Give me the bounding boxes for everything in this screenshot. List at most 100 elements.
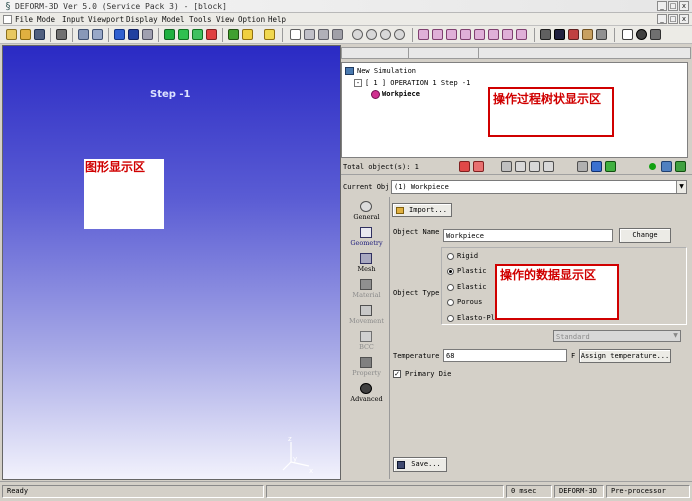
menu-input[interactable]: Input — [62, 14, 85, 25]
rotate-z-icon[interactable] — [380, 29, 391, 40]
floppy-icon — [397, 461, 405, 469]
yellow-box-icon[interactable] — [264, 29, 275, 40]
object-view-icon[interactable] — [515, 161, 526, 172]
object-paint-icon[interactable] — [591, 161, 602, 172]
tab-advanced[interactable]: Advanced — [343, 395, 390, 403]
green-cube-icon[interactable] — [164, 29, 175, 40]
save-button[interactable]: Save... — [393, 457, 447, 472]
wireframe-icon[interactable] — [554, 29, 565, 40]
object-flag-icon[interactable] — [605, 161, 616, 172]
new-icon[interactable] — [6, 29, 17, 40]
tab-general[interactable]: General — [343, 213, 390, 221]
view-bottom-icon[interactable] — [488, 29, 499, 40]
delete-object-icon[interactable] — [473, 161, 484, 172]
radio-elastic[interactable] — [447, 284, 454, 291]
menu-option[interactable]: Option — [238, 14, 265, 25]
menu-tools[interactable]: Tools — [189, 14, 212, 25]
assign-temperature-button[interactable]: Assign temperature... — [579, 349, 671, 363]
maximize-button[interactable]: □ — [668, 1, 678, 11]
zoom-box-icon[interactable] — [332, 29, 343, 40]
print-icon[interactable] — [56, 29, 67, 40]
shading-icon[interactable] — [540, 29, 551, 40]
child-close-button[interactable]: x — [679, 14, 689, 24]
pan-icon[interactable] — [304, 29, 315, 40]
object-group-icon[interactable] — [675, 161, 686, 172]
help-icon[interactable] — [622, 29, 633, 40]
child-minimize-button[interactable]: _ — [657, 14, 667, 24]
view-right-icon[interactable] — [460, 29, 471, 40]
radio-plastic[interactable] — [447, 268, 454, 275]
primary-die-checkbox[interactable]: ✓ — [393, 370, 401, 378]
general-icon — [360, 201, 372, 212]
red-cube-icon[interactable] — [206, 29, 217, 40]
tool-icon[interactable] — [142, 29, 153, 40]
select-icon[interactable] — [114, 29, 125, 40]
import-button[interactable]: Import... — [392, 203, 452, 217]
green-cube-icon-2[interactable] — [178, 29, 189, 40]
tree-collapse-icon[interactable]: - — [354, 79, 362, 87]
radio-porous[interactable] — [447, 299, 454, 306]
simulation-tree[interactable]: New Simulation - [ 1 ] OPERATION 1 Step … — [341, 62, 688, 158]
render-icon[interactable] — [568, 29, 579, 40]
change-button[interactable]: Change — [619, 228, 671, 243]
tree-workpiece[interactable]: Workpiece — [382, 89, 420, 99]
menu-display[interactable]: Display — [126, 14, 158, 25]
rotate-x-icon[interactable] — [352, 29, 363, 40]
menu-mode[interactable]: Mode — [37, 14, 55, 25]
save-icon[interactable] — [34, 29, 45, 40]
standard-select[interactable]: Standard — [553, 330, 681, 342]
rotate-y-icon[interactable] — [366, 29, 377, 40]
pointer-icon[interactable] — [290, 29, 301, 40]
chevron-down-icon[interactable]: ▼ — [676, 181, 686, 193]
temperature-field[interactable]: 68 — [443, 349, 567, 362]
object-list-icon[interactable] — [501, 161, 512, 172]
object-tool-icon[interactable] — [577, 161, 588, 172]
menu-file[interactable]: File — [15, 14, 33, 25]
camera-icon[interactable] — [78, 29, 89, 40]
current-object-select[interactable]: (1) Workpiece — [391, 180, 687, 194]
tree-operation[interactable]: [ 1 ] OPERATION 1 Step -1 — [365, 78, 470, 88]
add-object-icon[interactable] — [459, 161, 470, 172]
view-custom-icon[interactable] — [516, 29, 527, 40]
tree-root[interactable]: New Simulation — [357, 66, 416, 76]
close-button[interactable]: x — [679, 1, 689, 11]
object-copy-icon[interactable] — [529, 161, 540, 172]
snapshot-icon[interactable] — [92, 29, 103, 40]
rotate-free-icon[interactable] — [394, 29, 405, 40]
view-back-icon[interactable] — [432, 29, 443, 40]
view-left-icon[interactable] — [446, 29, 457, 40]
minimize-button[interactable]: _ — [657, 1, 667, 11]
settings-icon[interactable] — [596, 29, 607, 40]
tab-material[interactable]: Material — [343, 291, 390, 299]
tab-movement[interactable]: Movement — [343, 317, 390, 325]
exit-icon[interactable] — [650, 29, 661, 40]
menu-view[interactable]: View — [216, 14, 234, 25]
menu-model[interactable]: Model — [162, 14, 185, 25]
object-people-icon[interactable] — [661, 161, 672, 172]
highlight-icon[interactable] — [242, 29, 253, 40]
view-top-icon[interactable] — [474, 29, 485, 40]
mesh-icon[interactable] — [228, 29, 239, 40]
graphics-viewport[interactable]: Step -1 图形显示区 z y x — [2, 45, 341, 480]
tab-bcc[interactable]: BCC — [343, 343, 390, 351]
radio-rigid[interactable] — [447, 253, 454, 260]
move-icon[interactable] — [128, 29, 139, 40]
radio-porous-label: Porous — [457, 298, 483, 306]
object-name-field[interactable]: Workpiece — [443, 229, 613, 242]
view-front-icon[interactable] — [418, 29, 429, 40]
green-cube-icon-3[interactable] — [192, 29, 203, 40]
zoom-icon[interactable] — [318, 29, 329, 40]
light-icon[interactable] — [582, 29, 593, 40]
open-icon[interactable] — [20, 29, 31, 40]
menu-viewport[interactable]: Viewport — [88, 14, 124, 25]
stop-icon[interactable] — [636, 29, 647, 40]
view-iso-icon[interactable] — [502, 29, 513, 40]
document-icon — [3, 15, 12, 24]
tab-property[interactable]: Property — [343, 369, 390, 377]
child-restore-button[interactable]: □ — [668, 14, 678, 24]
tab-mesh[interactable]: Mesh — [343, 265, 390, 273]
tab-geometry[interactable]: Geometry — [343, 239, 390, 247]
radio-elasto-plastic[interactable] — [447, 315, 454, 322]
object-check-icon[interactable] — [543, 161, 554, 172]
menu-help[interactable]: Help — [268, 14, 286, 25]
